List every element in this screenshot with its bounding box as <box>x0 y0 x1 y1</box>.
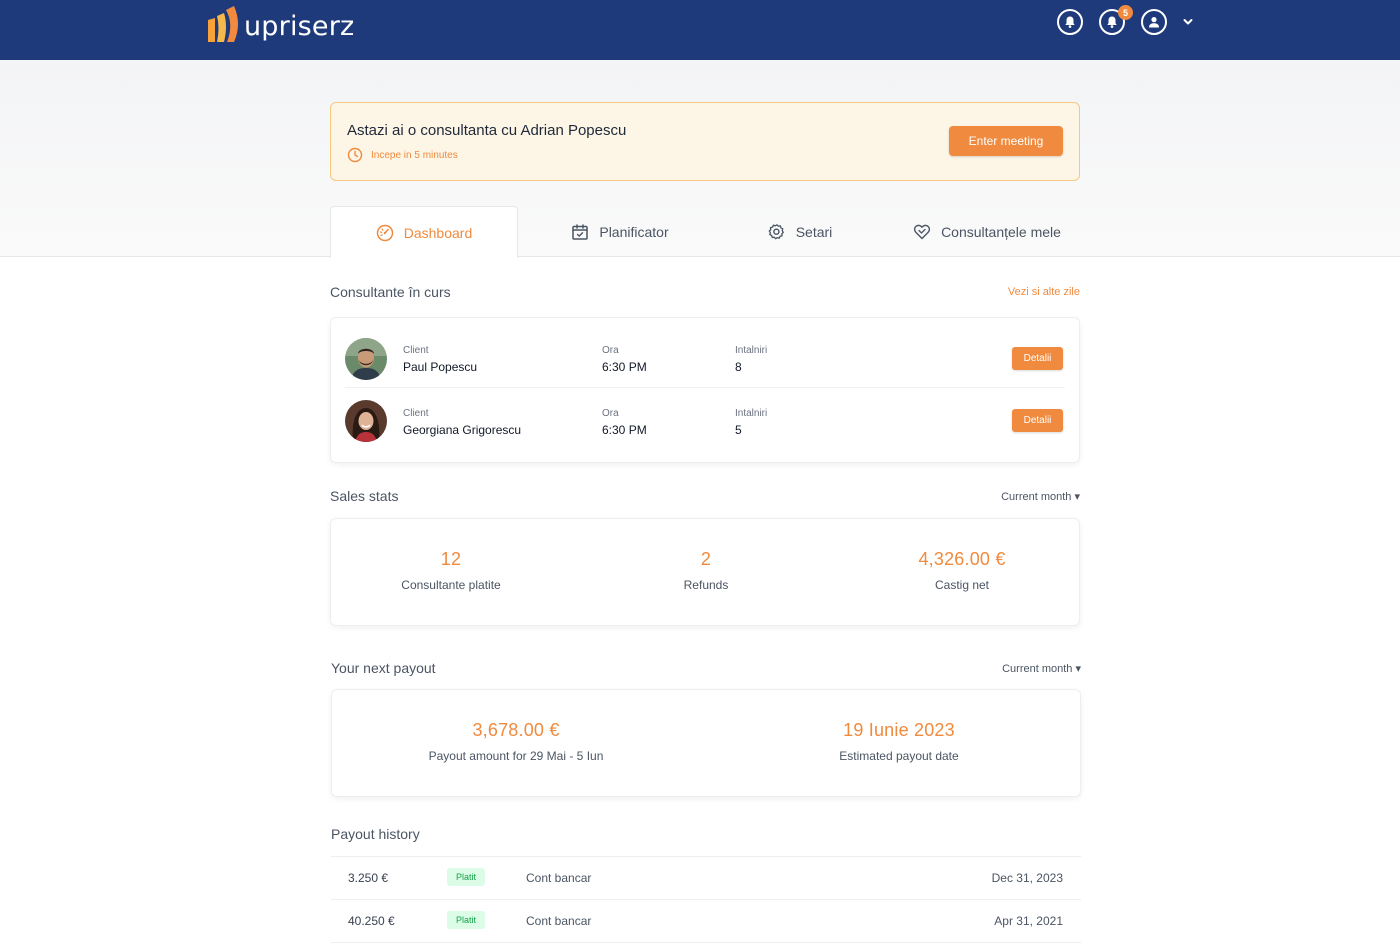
caret-down-icon: ▾ <box>1075 663 1081 675</box>
alert-subtitle: Incepe in 5 minutes <box>347 147 458 163</box>
meetings-count: 5 <box>735 423 742 437</box>
time-value: 6:30 PM <box>602 360 647 374</box>
bell-button[interactable] <box>1057 9 1083 35</box>
payout-amount: 3,678.00 € Payout amount for 29 Mai - 5 … <box>396 720 636 763</box>
meeting-alert: Astazi ai o consultanta cu Adrian Popesc… <box>330 102 1080 181</box>
time-label: Ora <box>602 408 619 419</box>
chevron-down-icon[interactable] <box>1181 15 1195 29</box>
logo-mark-icon <box>206 6 242 44</box>
stat-net-earnings: 4,326.00 € Castig net <box>842 549 1082 592</box>
clock-icon <box>347 147 363 163</box>
history-date: Apr 31, 2021 <box>994 914 1063 928</box>
history-bottom-divider <box>331 942 1081 943</box>
tab-dashboard[interactable]: Dashboard <box>330 206 518 258</box>
period-label: Current month <box>1002 663 1073 675</box>
payout-amount-value: 3,678.00 € <box>472 720 560 740</box>
details-button[interactable]: Detalii <box>1012 347 1063 370</box>
stat-label: Consultante platite <box>401 578 501 592</box>
sales-stats-card: 12 Consultante platite 2 Refunds 4,326.0… <box>330 518 1080 626</box>
consultation-row: Client Paul Popescu Ora 6:30 PM Intalnir… <box>331 318 1079 380</box>
stat-paid-consultations: 12 Consultante platite <box>331 549 571 592</box>
stat-value: 4,326.00 € <box>918 549 1006 569</box>
status-badge: Platit <box>447 868 485 886</box>
notification-bell-icon <box>1107 16 1117 28</box>
history-method: Cont bancar <box>526 914 592 928</box>
caret-down-icon: ▾ <box>1074 491 1080 503</box>
heart-handshake-icon <box>913 224 931 240</box>
brand-logo[interactable]: upriserz <box>206 4 354 46</box>
payout-date-label: Estimated payout date <box>839 749 959 763</box>
tab-label: Setari <box>795 224 833 240</box>
history-row: 40.250 € Platit Cont bancar Apr 31, 2021 <box>331 899 1081 942</box>
client-name: Georgiana Grigorescu <box>403 423 522 437</box>
payout-date: 19 Iunie 2023 Estimated payout date <box>779 720 1019 763</box>
notification-badge: 5 <box>1118 5 1133 20</box>
history-method: Cont bancar <box>526 871 592 885</box>
sales-title: Sales stats <box>330 488 399 504</box>
consultations-title: Consultante în curs <box>330 284 451 300</box>
history-date: Dec 31, 2023 <box>991 871 1063 885</box>
history-amount: 40.250 € <box>348 914 395 928</box>
client-name: Paul Popescu <box>403 360 478 374</box>
user-icon <box>1149 17 1159 28</box>
tab-label: Dashboard <box>403 224 473 241</box>
meetings-label: Intalniri <box>735 408 768 419</box>
calendar-icon <box>572 224 589 240</box>
history-row: 3.250 € Platit Cont bancar Dec 31, 2023 <box>331 856 1081 899</box>
consultations-card: Client Paul Popescu Ora 6:30 PM Intalnir… <box>330 317 1080 463</box>
enter-meeting-button[interactable]: Enter meeting <box>949 126 1063 156</box>
sales-period-dropdown[interactable]: Current month ▾ <box>1001 490 1080 503</box>
tab-planificator[interactable]: Planificator <box>530 206 710 258</box>
top-navbar: upriserz 5 <box>0 0 1400 60</box>
user-menu-button[interactable] <box>1141 9 1167 35</box>
stat-refunds: 2 Refunds <box>586 549 826 592</box>
period-label: Current month <box>1001 491 1072 503</box>
time-value: 6:30 PM <box>602 423 647 437</box>
bell-icon <box>1065 16 1075 28</box>
details-button[interactable]: Detalii <box>1012 409 1063 432</box>
payout-amount-label: Payout amount for 29 Mai - 5 Iun <box>428 749 604 763</box>
tab-consultantele-mele[interactable]: Consultanțele mele <box>890 206 1084 258</box>
status-badge: Platit <box>447 911 485 929</box>
meetings-count: 8 <box>735 360 742 374</box>
client-label: Client <box>403 345 429 356</box>
payout-title: Your next payout <box>331 660 436 676</box>
payout-date-value: 19 Iunie 2023 <box>843 720 955 740</box>
see-other-days-link[interactable]: Vezi si alte zile <box>1008 286 1080 298</box>
tab-setari[interactable]: Setari <box>710 206 890 258</box>
payout-period-dropdown[interactable]: Current month ▾ <box>1002 662 1081 675</box>
stat-value: 2 <box>700 549 712 569</box>
alert-subtitle-text: Incepe in 5 minutes <box>371 149 458 161</box>
tab-label: Consultanțele mele <box>941 224 1061 240</box>
gauge-icon <box>376 224 393 241</box>
client-label: Client <box>403 408 429 419</box>
client-avatar <box>345 338 387 380</box>
time-label: Ora <box>602 345 619 356</box>
client-avatar <box>345 400 387 442</box>
meetings-label: Intalniri <box>735 345 768 356</box>
brand-name: upriserz <box>244 10 355 42</box>
history-amount: 3.250 € <box>348 871 389 885</box>
tab-label: Planificator <box>599 224 669 240</box>
stat-value: 12 <box>440 549 462 569</box>
gear-icon <box>768 224 784 240</box>
consultation-row: Client Georgiana Grigorescu Ora 6:30 PM … <box>331 381 1079 443</box>
stat-label: Castig net <box>934 578 990 592</box>
payout-card: 3,678.00 € Payout amount for 29 Mai - 5 … <box>331 689 1081 797</box>
stat-label: Refunds <box>683 578 729 592</box>
history-title: Payout history <box>331 826 420 842</box>
alert-title: Astazi ai o consultanta cu Adrian Popesc… <box>347 122 627 139</box>
